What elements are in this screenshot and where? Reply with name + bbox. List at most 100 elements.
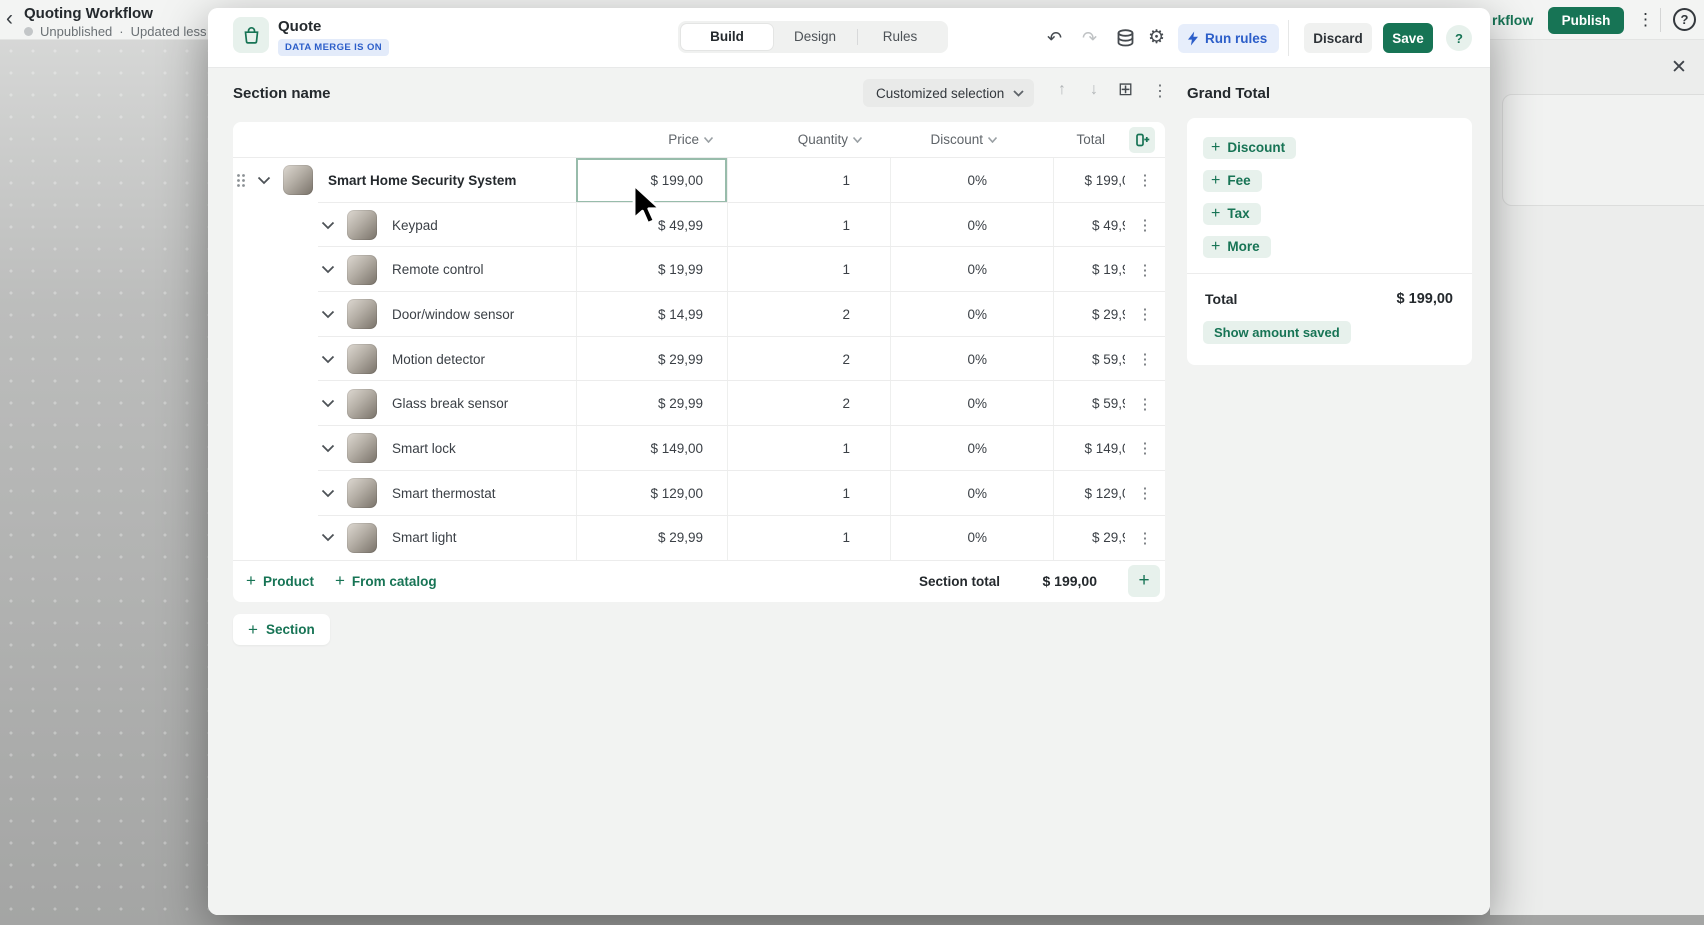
product-name[interactable]: Smart lock xyxy=(392,441,456,456)
modal-help-icon[interactable]: ? xyxy=(1446,25,1472,51)
data-merge-badge: DATA MERGE IS ON xyxy=(278,39,389,56)
chevron-down-icon[interactable] xyxy=(321,265,335,274)
row-menu-icon[interactable]: ⋮ xyxy=(1125,305,1165,323)
chevron-down-icon[interactable] xyxy=(321,444,335,453)
column-discount[interactable]: Discount xyxy=(890,132,1053,147)
selection-dropdown[interactable]: Customized selection xyxy=(863,79,1034,107)
price-cell[interactable]: $ 199,00 xyxy=(576,158,727,203)
section-menu-icon[interactable]: ⋮ xyxy=(1152,81,1168,101)
close-icon[interactable]: ✕ xyxy=(1671,56,1687,79)
chevron-down-icon[interactable] xyxy=(321,221,335,230)
price-cell[interactable]: $ 29,99 xyxy=(576,516,727,561)
discount-cell[interactable]: 0% xyxy=(890,471,1053,516)
move-down-icon[interactable]: ↓ xyxy=(1090,81,1098,99)
quantity-cell[interactable]: 1 xyxy=(727,247,890,292)
product-name[interactable]: Keypad xyxy=(392,218,438,233)
data-source-icon[interactable] xyxy=(1116,29,1135,47)
name-cell: Smart thermostat xyxy=(233,478,576,508)
chevron-down-icon[interactable] xyxy=(321,533,335,542)
discount-cell[interactable]: 0% xyxy=(890,516,1053,561)
column-quantity[interactable]: Quantity xyxy=(727,132,890,147)
row-menu-icon[interactable]: ⋮ xyxy=(1125,484,1165,502)
add-section-button[interactable]: + Section xyxy=(233,614,330,645)
discount-cell[interactable]: 0% xyxy=(890,381,1053,426)
quantity-cell[interactable]: 1 xyxy=(727,516,890,561)
total-label: Total xyxy=(1205,291,1237,307)
help-icon[interactable]: ? xyxy=(1673,8,1696,31)
table-row: Smart Home Security System $ 199,00 1 0%… xyxy=(233,158,1165,203)
undo-icon[interactable]: ↶ xyxy=(1047,27,1062,49)
quantity-cell[interactable]: 2 xyxy=(727,381,890,426)
quantity-cell[interactable]: 1 xyxy=(727,158,890,203)
add-line-button[interactable]: + xyxy=(1128,565,1160,597)
side-panel-card xyxy=(1502,94,1704,206)
workflow-link[interactable]: rkflow xyxy=(1492,12,1533,28)
product-name[interactable]: Smart Home Security System xyxy=(328,173,516,188)
quantity-cell[interactable]: 1 xyxy=(727,203,890,248)
price-cell[interactable]: $ 29,99 xyxy=(576,337,727,382)
product-name[interactable]: Motion detector xyxy=(392,352,485,367)
discount-cell[interactable]: 0% xyxy=(890,203,1053,248)
price-cell[interactable]: $ 19,99 xyxy=(576,247,727,292)
more-options-icon[interactable]: ⋮ xyxy=(1637,9,1654,31)
price-cell[interactable]: $ 29,99 xyxy=(576,381,727,426)
save-button[interactable]: Save xyxy=(1383,23,1433,53)
section-name[interactable]: Section name xyxy=(233,85,331,102)
column-price[interactable]: Price xyxy=(576,132,727,147)
row-menu-icon[interactable]: ⋮ xyxy=(1125,529,1165,547)
tab-design[interactable]: Design xyxy=(773,24,857,50)
publish-button[interactable]: Publish xyxy=(1548,7,1624,34)
quantity-cell[interactable]: 2 xyxy=(727,292,890,337)
discount-cell[interactable]: 0% xyxy=(890,247,1053,292)
quantity-cell[interactable]: 1 xyxy=(727,471,890,516)
discount-cell[interactable]: 0% xyxy=(890,337,1053,382)
quantity-cell[interactable]: 1 xyxy=(727,426,890,471)
chevron-down-icon[interactable] xyxy=(321,399,335,408)
row-menu-icon[interactable]: ⋮ xyxy=(1125,350,1165,368)
add-product-button[interactable]: + Product xyxy=(246,573,314,589)
quantity-cell[interactable]: 2 xyxy=(727,337,890,382)
discount-cell[interactable]: 0% xyxy=(890,426,1053,471)
discard-button[interactable]: Discard xyxy=(1304,23,1372,53)
chevron-down-icon[interactable] xyxy=(321,489,335,498)
insert-column-button[interactable] xyxy=(1129,127,1155,153)
move-up-icon[interactable]: ↑ xyxy=(1058,81,1066,99)
price-cell[interactable]: $ 49,99 xyxy=(576,203,727,248)
redo-icon[interactable]: ↷ xyxy=(1082,27,1097,49)
row-menu-icon[interactable]: ⋮ xyxy=(1125,395,1165,413)
table-row: Keypad $ 49,99 1 0% $ 49,99 ⋮ xyxy=(233,203,1165,248)
tab-rules[interactable]: Rules xyxy=(858,24,942,50)
add-table-icon[interactable]: ⊞ xyxy=(1118,79,1133,100)
row-menu-icon[interactable]: ⋮ xyxy=(1125,216,1165,234)
line-items-table: Price Quantity Discount Total xyxy=(233,122,1165,602)
tab-build[interactable]: Build xyxy=(681,24,773,50)
add-more-button[interactable]: + More xyxy=(1203,236,1271,258)
row-menu-icon[interactable]: ⋮ xyxy=(1125,171,1165,189)
row-menu-icon[interactable]: ⋮ xyxy=(1125,261,1165,279)
add-fee-button[interactable]: + Fee xyxy=(1203,170,1262,192)
show-amount-saved-button[interactable]: Show amount saved xyxy=(1203,321,1351,344)
price-cell[interactable]: $ 149,00 xyxy=(576,426,727,471)
product-name[interactable]: Smart thermostat xyxy=(392,486,496,501)
product-name[interactable]: Door/window sensor xyxy=(392,307,514,322)
modal-header: Quote DATA MERGE IS ON Build Design Rule… xyxy=(208,8,1490,68)
chevron-down-icon[interactable] xyxy=(321,355,335,364)
run-rules-button[interactable]: Run rules xyxy=(1178,24,1279,53)
product-name[interactable]: Smart light xyxy=(392,530,457,545)
price-cell[interactable]: $ 129,00 xyxy=(576,471,727,516)
product-name[interactable]: Glass break sensor xyxy=(392,396,508,411)
add-tax-button[interactable]: + Tax xyxy=(1203,203,1261,225)
chevron-down-icon[interactable] xyxy=(321,310,335,319)
back-icon[interactable]: ‹ xyxy=(6,9,13,29)
table-row: Door/window sensor $ 14,99 2 0% $ 29,99 … xyxy=(233,292,1165,337)
add-from-catalog-button[interactable]: + From catalog xyxy=(335,573,437,589)
product-name[interactable]: Remote control xyxy=(392,262,484,277)
add-discount-button[interactable]: + Discount xyxy=(1203,137,1296,159)
drag-handle-icon[interactable] xyxy=(236,173,246,188)
gear-icon[interactable]: ⚙ xyxy=(1148,27,1165,49)
discount-cell[interactable]: 0% xyxy=(890,158,1053,203)
row-menu-icon[interactable]: ⋮ xyxy=(1125,439,1165,457)
discount-cell[interactable]: 0% xyxy=(890,292,1053,337)
chevron-down-icon[interactable] xyxy=(257,176,271,185)
price-cell[interactable]: $ 14,99 xyxy=(576,292,727,337)
